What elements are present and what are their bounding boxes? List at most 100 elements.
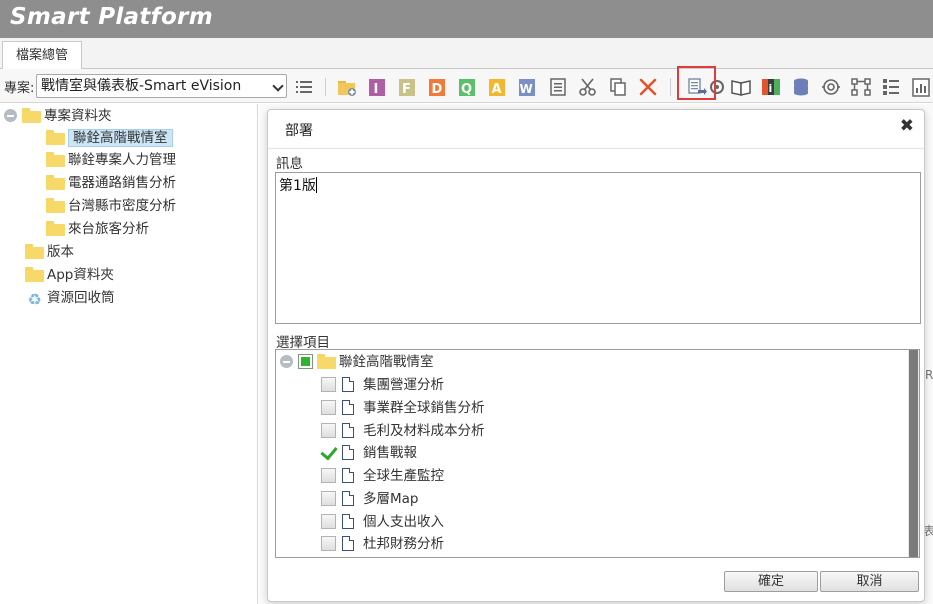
tree-item-label: 電器通路銷售分析 <box>68 175 176 191</box>
list-item[interactable]: 多層Map <box>321 488 419 510</box>
tree-item-1[interactable]: 聯銓專案人力管理 <box>46 150 176 170</box>
checkbox[interactable] <box>321 377 336 392</box>
folder-icon <box>46 175 65 190</box>
message-textarea[interactable]: 第1版 <box>275 172 921 324</box>
deploy-dialog: 部署 ✖ 訊息 第1版 選擇項目 聯銓高階戰情室 集團營運分析 事業群全球銷售分… <box>267 109 925 602</box>
tree-item-recycle-bin[interactable]: ♻ 資源回收筒 <box>25 288 114 309</box>
checkbox[interactable] <box>321 423 336 438</box>
list-icon[interactable] <box>293 76 315 98</box>
checkbox[interactable] <box>321 400 336 415</box>
text-cursor <box>315 177 317 193</box>
app-titlebar: Smart Platform <box>0 0 933 38</box>
folder-icon <box>25 267 44 282</box>
svg-text:i: i <box>769 82 773 95</box>
document-icon <box>342 468 354 483</box>
tree-root-label: 專案資料夾 <box>44 108 112 124</box>
list-item-label: 集團營運分析 <box>363 377 444 393</box>
folder-icon <box>22 108 41 123</box>
checkbox[interactable] <box>321 491 336 506</box>
tree-item-4[interactable]: 來台旅客分析 <box>46 219 149 239</box>
new-item-d-icon[interactable]: D <box>426 76 448 98</box>
document-icon <box>342 445 354 460</box>
tree-item-label: 聯銓高階戰情室 <box>68 129 173 147</box>
partial-checkbox[interactable] <box>298 354 313 369</box>
project-select[interactable]: 戰情室與儀表板-Smart eVision <box>36 74 287 98</box>
new-item-w-icon[interactable]: W <box>516 76 538 98</box>
background-fragment: R <box>925 368 933 382</box>
collapse-icon[interactable] <box>280 355 293 368</box>
new-item-i-icon[interactable]: I <box>366 76 388 98</box>
svg-text:F: F <box>402 82 411 97</box>
list-root-item[interactable]: 聯銓高階戰情室 <box>280 351 434 373</box>
svg-text:Q: Q <box>461 82 472 97</box>
list-view-icon[interactable] <box>880 76 902 98</box>
folder-icon <box>46 221 65 236</box>
close-icon[interactable]: ✖ <box>900 116 914 136</box>
cancel-button[interactable]: 取消 <box>820 571 919 592</box>
copy-icon[interactable] <box>607 76 629 98</box>
list-item[interactable]: 杜邦財務分析 <box>321 533 444 555</box>
folder-icon <box>25 244 44 259</box>
list-item-label: 個人支出收入 <box>363 514 444 530</box>
message-value: 第1版 <box>279 178 316 194</box>
list-root-label: 聯銓高階戰情室 <box>339 354 434 370</box>
scrollbar[interactable] <box>908 350 919 557</box>
document-icon <box>342 423 354 438</box>
book-icon[interactable] <box>730 76 752 98</box>
folder-icon <box>46 152 65 167</box>
scrollbar-thumb[interactable] <box>909 350 918 557</box>
new-folder-icon[interactable] <box>336 76 358 98</box>
collapse-icon[interactable] <box>4 109 17 122</box>
delete-icon[interactable] <box>637 76 659 98</box>
list-item-label: 銷售戰報 <box>363 445 417 461</box>
report-icon[interactable] <box>910 76 932 98</box>
checkbox[interactable] <box>321 536 336 551</box>
new-item-q-icon[interactable]: Q <box>456 76 478 98</box>
select-items-label: 選擇項目 <box>276 335 330 351</box>
tree-item-0[interactable]: 聯銓高階戰情室 <box>46 128 173 148</box>
project-label: 專案: <box>4 81 35 96</box>
checkbox[interactable] <box>321 514 336 529</box>
sync-icon[interactable] <box>820 76 842 98</box>
deploy-button-highlight <box>677 66 716 100</box>
list-item[interactable]: 毛利及材料成本分析 <box>321 420 485 442</box>
svg-text:W: W <box>520 82 533 96</box>
tab-file-explorer[interactable]: 檔案總管 <box>2 41 82 70</box>
tree-root-project-folder[interactable]: 專案資料夾 <box>4 106 112 126</box>
project-select-value: 戰情室與儀表板-Smart eVision <box>41 78 242 94</box>
toolbar-separator <box>670 78 671 96</box>
database-icon[interactable] <box>790 76 812 98</box>
checkbox-checked[interactable] <box>321 445 336 460</box>
folder-icon <box>317 354 336 369</box>
message-label: 訊息 <box>276 156 303 172</box>
tree-item-label: 聯銓專案人力管理 <box>68 152 176 168</box>
list-item[interactable]: 事業群全球銷售分析 <box>321 397 485 419</box>
new-item-f-icon[interactable]: F <box>396 76 418 98</box>
info-icon[interactable]: i <box>760 76 782 98</box>
list-item[interactable]: 集團營運分析 <box>321 374 444 396</box>
list-item-label: 事業群全球銷售分析 <box>363 400 485 416</box>
list-item[interactable]: 銷售戰報 <box>321 442 417 464</box>
confirm-button[interactable]: 確定 <box>724 571 818 592</box>
list-item[interactable]: 全球生產監控 <box>321 465 444 487</box>
list-item-label: 杜邦財務分析 <box>363 536 444 552</box>
tree-item-3[interactable]: 台灣縣市密度分析 <box>46 196 176 216</box>
tree-item-label: 來台旅客分析 <box>68 221 149 237</box>
tree-item-app-folder[interactable]: App資料夾 <box>25 265 114 285</box>
dialog-title: 部署 <box>285 123 313 139</box>
svg-text:I: I <box>374 82 379 97</box>
tree-item-version[interactable]: 版本 <box>25 242 74 262</box>
new-item-a-icon[interactable]: A <box>486 76 508 98</box>
document-icon <box>342 536 354 551</box>
list-item[interactable]: 個人支出收入 <box>321 511 444 533</box>
tree-item-2[interactable]: 電器通路銷售分析 <box>46 173 176 193</box>
workflow-icon[interactable] <box>850 76 872 98</box>
properties-icon[interactable] <box>547 76 569 98</box>
document-icon <box>342 377 354 392</box>
select-items-list[interactable]: 聯銓高階戰情室 集團營運分析 事業群全球銷售分析 毛利及材料成本分析 銷售戰報 … <box>275 349 920 558</box>
app-title: Smart Platform <box>10 4 213 30</box>
checkbox[interactable] <box>321 468 336 483</box>
svg-text:A: A <box>492 82 502 97</box>
chevron-down-icon <box>272 80 284 92</box>
cut-icon[interactable] <box>577 76 599 98</box>
